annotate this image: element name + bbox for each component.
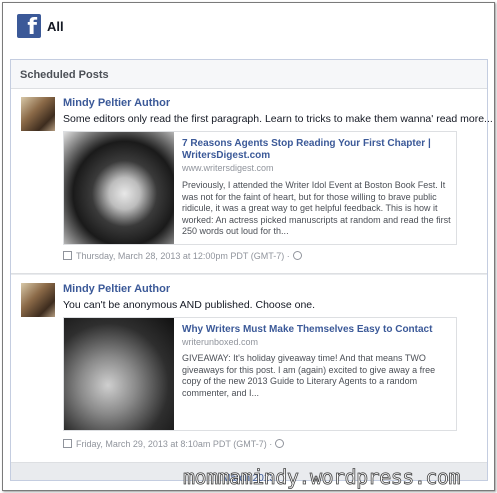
- link-thumbnail[interactable]: [64, 318, 174, 430]
- link-description: Previously, I attended the Writer Idol E…: [182, 180, 451, 237]
- post-message: Some editors only read the first paragra…: [63, 113, 493, 125]
- top-bar: f All: [3, 3, 494, 55]
- globe-icon[interactable]: [275, 439, 285, 448]
- scheduled-post: Mindy Peltier Author You can't be anonym…: [11, 275, 487, 463]
- link-thumbnail[interactable]: [64, 132, 174, 244]
- link-preview-card[interactable]: 7 Reasons Agents Stop Reading Your First…: [63, 131, 457, 245]
- scheduled-post: Mindy Peltier Author Some editors only r…: [11, 89, 493, 274]
- schedule-icon: [63, 439, 72, 448]
- timestamp-text[interactable]: Friday, March 29, 2013 at 8:10am PDT (GM…: [76, 439, 272, 449]
- author-link[interactable]: Mindy Peltier Author: [63, 97, 170, 109]
- panel-header: Scheduled Posts: [11, 60, 487, 89]
- window-frame: f All Scheduled Posts Mindy Peltier Auth…: [2, 2, 495, 491]
- post-timestamp: Thursday, March 28, 2013 at 12:00pm PDT …: [63, 251, 302, 261]
- panel-title: Scheduled Posts: [20, 69, 109, 81]
- scheduled-posts-panel: Scheduled Posts Mindy Peltier Author Som…: [10, 59, 493, 481]
- globe-icon[interactable]: [292, 251, 302, 260]
- timestamp-text[interactable]: Thursday, March 28, 2013 at 12:00pm PDT …: [76, 251, 290, 261]
- post-timestamp: Friday, March 29, 2013 at 8:10am PDT (GM…: [63, 439, 285, 449]
- link-domain: writerunboxed.com: [182, 337, 259, 347]
- post-message: You can't be anonymous AND published. Ch…: [63, 299, 316, 311]
- avatar[interactable]: [21, 97, 55, 131]
- link-preview-card[interactable]: Why Writers Must Make Themselves Easy to…: [63, 317, 457, 431]
- page-title: All: [47, 19, 64, 34]
- facebook-logo-icon[interactable]: f: [17, 14, 41, 38]
- schedule-icon: [63, 251, 72, 260]
- watermark: mommamindy.wordpress.com: [183, 465, 461, 490]
- avatar[interactable]: [21, 283, 55, 317]
- link-domain: www.writersdigest.com: [182, 163, 274, 173]
- link-description: GIVEAWAY: It's holiday giveaway time! An…: [182, 353, 436, 398]
- link-title[interactable]: 7 Reasons Agents Stop Reading Your First…: [182, 138, 450, 162]
- author-link[interactable]: Mindy Peltier Author: [63, 283, 170, 295]
- link-title[interactable]: Why Writers Must Make Themselves Easy to…: [182, 324, 450, 336]
